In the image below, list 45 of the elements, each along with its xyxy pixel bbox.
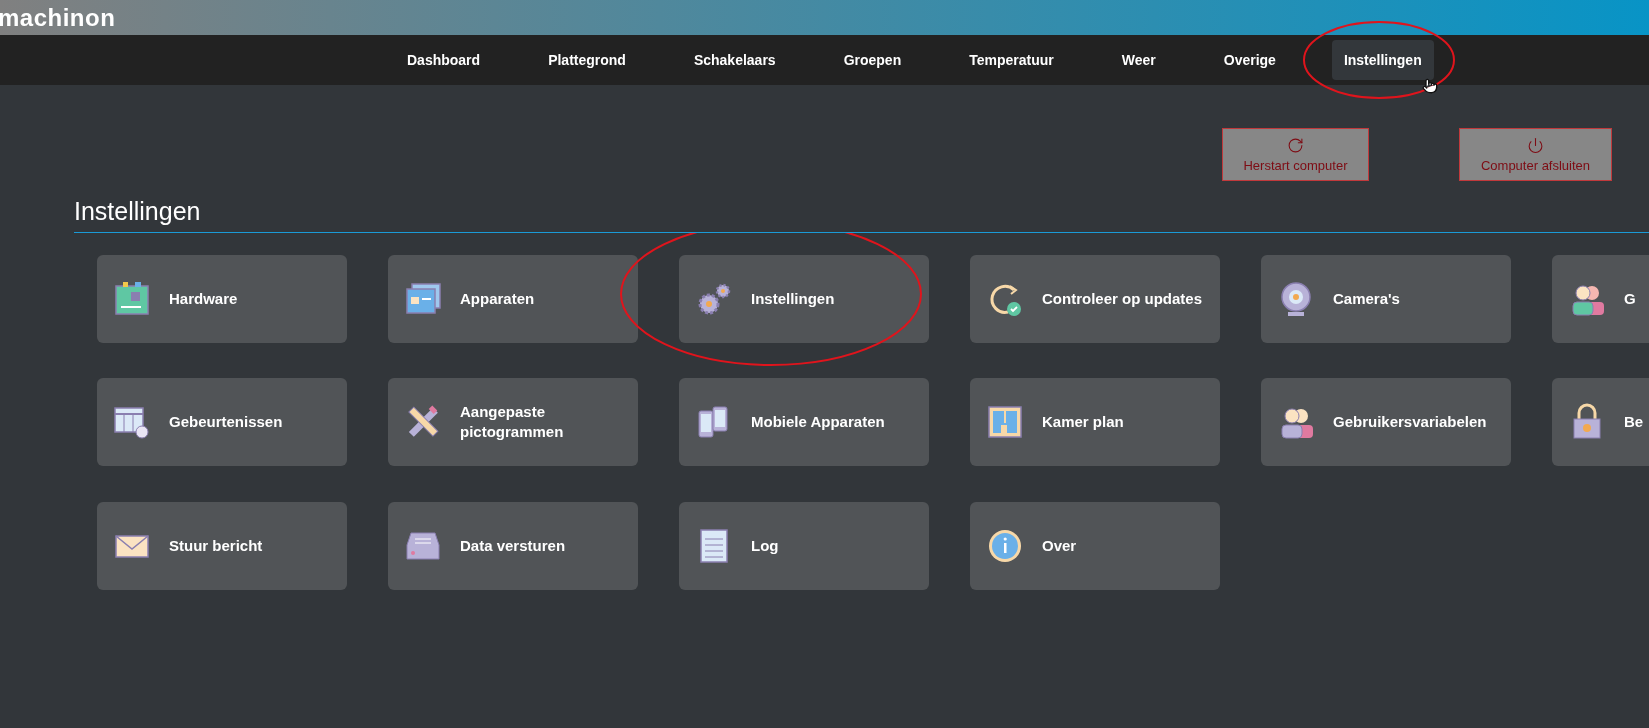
settings-tile[interactable]: Gebruikersvariabelen	[1261, 378, 1511, 467]
nav-tab[interactable]: Dashboard	[395, 40, 493, 80]
tile-label: Over	[1042, 535, 1077, 556]
settings-tile[interactable]: G	[1552, 255, 1649, 343]
settings-tile[interactable]: Gebeurtenissen	[97, 378, 347, 467]
nav-tab[interactable]: Instellingen	[1331, 40, 1434, 80]
page-heading: Instellingen	[74, 197, 1649, 233]
tile-label: Gebeurtenissen	[169, 412, 283, 433]
tile-icon	[113, 280, 151, 318]
tile-label: Camera's	[1333, 289, 1400, 309]
nav-tab[interactable]: Overige	[1211, 40, 1288, 80]
tile-label: Kamer plan	[1042, 412, 1124, 433]
tile-label: Aangepaste pictogrammen	[460, 402, 565, 443]
refresh-icon	[1287, 136, 1304, 154]
settings-tile[interactable]: Data versturen	[388, 501, 638, 590]
settings-tile[interactable]: Controleer op updates	[970, 255, 1220, 343]
settings-tile[interactable]: Mobiele Apparaten	[679, 378, 929, 467]
settings-tile[interactable]: Aangepaste pictogrammen	[388, 378, 638, 467]
tile-label: Apparaten	[460, 289, 535, 309]
nav-tab[interactable]: Temperatuur	[957, 40, 1066, 80]
tile-label: G	[1624, 289, 1636, 309]
settings-tile[interactable]: Log	[679, 501, 929, 590]
settings-tile[interactable]: Be	[1552, 378, 1649, 467]
nav-tab[interactable]: Groepen	[831, 40, 914, 80]
tile-label: Be	[1624, 412, 1644, 433]
settings-tile[interactable]: Instellingen	[679, 255, 929, 343]
tile-label: Data versturen	[460, 535, 566, 556]
settings-tile[interactable]: Over	[970, 501, 1220, 590]
settings-tile[interactable]: Apparaten	[388, 255, 638, 343]
nav-tab[interactable]: Weer	[1109, 40, 1168, 80]
tile-label: Instellingen	[751, 289, 835, 309]
tile-label: Log	[751, 535, 779, 556]
logo: machinon	[0, 5, 116, 30]
settings-tile[interactable]: Stuur bericht	[97, 501, 347, 590]
tile-label: Mobiele Apparaten	[751, 412, 885, 433]
nav-tab[interactable]: Schakelaars	[681, 40, 788, 80]
power-icon	[1527, 136, 1544, 154]
settings-tile[interactable]: Camera's	[1261, 255, 1511, 343]
tile-label: Stuur bericht	[169, 535, 263, 556]
settings-tile[interactable]: Hardware	[97, 255, 347, 343]
settings-tile[interactable]: Kamer plan	[970, 378, 1220, 467]
nav-tab[interactable]: Plattegrond	[536, 40, 638, 80]
tile-label: Gebruikersvariabelen	[1333, 412, 1487, 433]
tile-label: Hardware	[169, 289, 238, 309]
tile-label: Controleer op updates	[1042, 289, 1202, 309]
